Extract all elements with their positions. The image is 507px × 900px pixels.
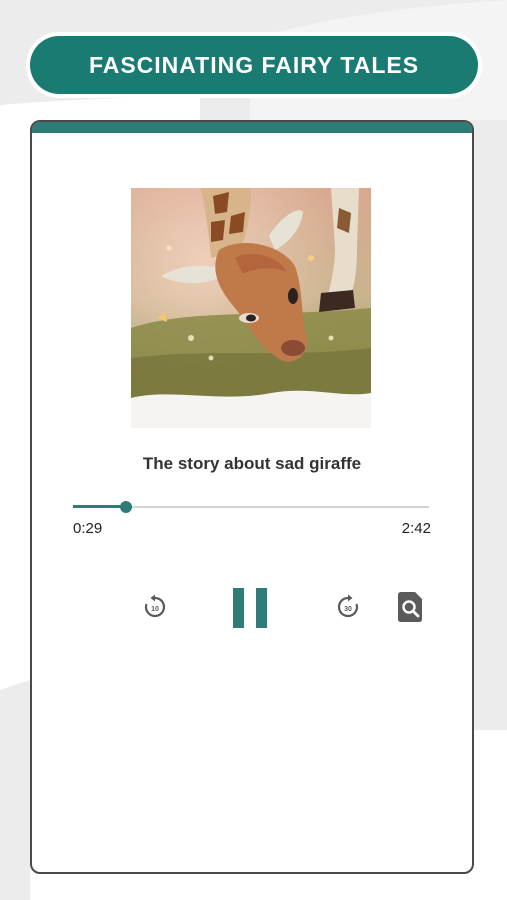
story-title: The story about sad giraffe xyxy=(142,454,362,473)
pause-button[interactable] xyxy=(232,588,270,628)
page-title: FASCINATING FAIRY TALES xyxy=(88,51,420,78)
text-search-button[interactable] xyxy=(398,592,424,622)
forward-30-icon: 30 xyxy=(337,594,359,618)
forward-seconds-label: 30 xyxy=(344,606,352,613)
rewind-seconds-label: 10 xyxy=(151,606,159,613)
pause-icon xyxy=(233,588,267,628)
card-accent-bar xyxy=(32,122,472,133)
progress-thumb[interactable] xyxy=(120,501,133,513)
header-title-banner: FASCINATING FAIRY TALES xyxy=(30,36,478,94)
progress-fill xyxy=(73,505,127,508)
total-time: 2:42 xyxy=(401,520,431,537)
app-screen: FASCINATING FAIRY TALES The story about … xyxy=(0,0,507,900)
rewind-10-button[interactable]: 10 xyxy=(142,594,168,620)
current-time: 0:29 xyxy=(73,520,103,537)
progress-slider[interactable] xyxy=(73,500,429,514)
replay-10-icon: 10 xyxy=(144,594,166,618)
forward-30-button[interactable]: 30 xyxy=(335,594,361,620)
cover-image xyxy=(131,188,371,428)
document-search-icon xyxy=(398,592,422,622)
player-card: The story about sad giraffe 0:29 2:42 10 xyxy=(30,120,474,874)
